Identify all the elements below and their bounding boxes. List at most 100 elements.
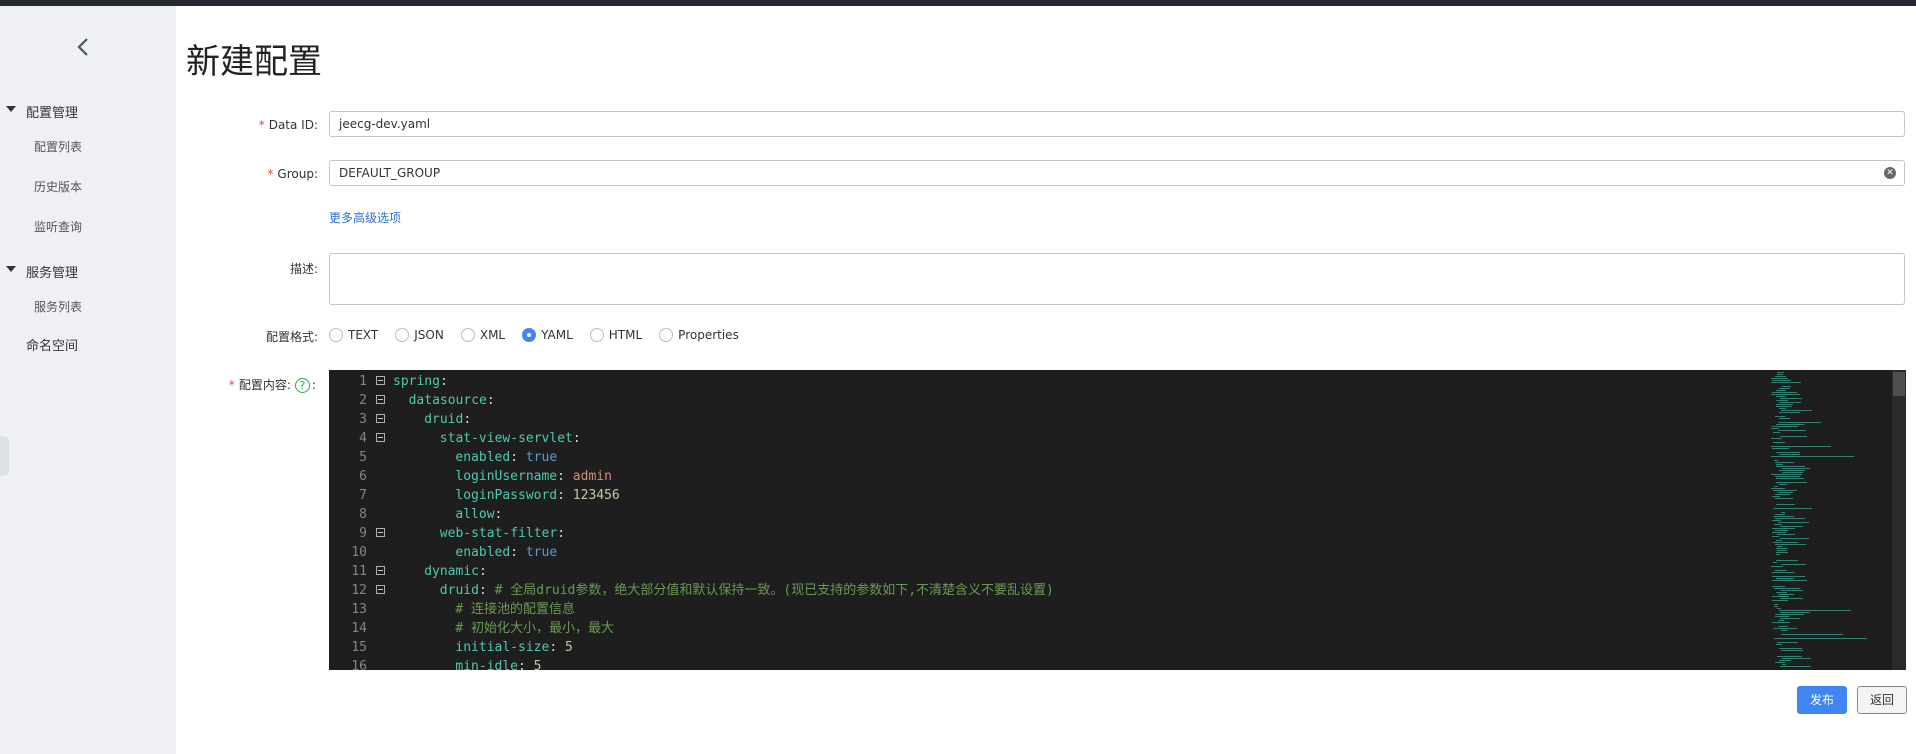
minimap-line	[1775, 498, 1793, 499]
minimap-line	[1771, 378, 1788, 379]
line-number: 9	[359, 526, 367, 541]
code-text: spring:	[393, 372, 448, 391]
radio-json[interactable]: JSON	[395, 328, 444, 342]
minimap-line	[1779, 408, 1786, 409]
code-line[interactable]: 8 allow:	[329, 505, 1769, 524]
radio-yaml[interactable]: YAML	[522, 328, 573, 342]
minimap-line	[1780, 436, 1807, 437]
minimap-line	[1778, 522, 1809, 523]
code-line[interactable]: 12 druid: # 全局druid参数，绝大部分值和默认保持一致。(现已支持的…	[329, 581, 1769, 600]
yaml-comment: # 全局druid参数，绝大部分值和默认保持一致。(现已支持的参数如下,不清楚含…	[494, 583, 1054, 598]
back-button[interactable]: 返回	[1857, 686, 1907, 714]
radio-text[interactable]: TEXT	[329, 328, 378, 342]
line-number: 13	[351, 602, 367, 617]
sidebar-item-namespace[interactable]: 命名空间	[26, 336, 78, 358]
line-number: 2	[359, 393, 367, 408]
data-id-label: * Data ID:	[258, 118, 318, 132]
code-line[interactable]: 5 enabled: true	[329, 448, 1769, 467]
more-advanced-options-link[interactable]: 更多高级选项	[329, 209, 401, 226]
yaml-key: web-stat-filter	[439, 526, 558, 541]
code-text: stat-view-servlet:	[440, 429, 581, 448]
minimap-line	[1775, 544, 1806, 545]
radio-html[interactable]: HTML	[589, 328, 642, 342]
fold-toggle-icon[interactable]	[376, 395, 385, 404]
clear-icon[interactable]: ✕	[1884, 167, 1896, 179]
yaml-separator: :	[572, 431, 581, 446]
minimap-line	[1772, 572, 1795, 573]
line-number: 10	[351, 545, 367, 560]
code-text: druid: # 全局druid参数，绝大部分值和默认保持一致。(现已支持的参数…	[440, 581, 1054, 600]
minimap-line	[1779, 388, 1790, 389]
fold-toggle-icon[interactable]	[376, 585, 385, 594]
minimap-line	[1781, 410, 1812, 411]
yaml-comment: # 初始化大小，最小，最大	[455, 621, 615, 636]
code-line[interactable]: 14 # 初始化大小，最小，最大	[329, 619, 1769, 638]
minimap-line	[1777, 372, 1784, 373]
line-number: 11	[351, 564, 367, 579]
nav-group-service-management[interactable]: 服务管理	[0, 258, 176, 284]
code-editor[interactable]: 1 spring: 2 datasource: 3 druid: 4 stat-view-se…	[329, 370, 1906, 670]
sidebar-item-history[interactable]: 历史版本	[34, 176, 82, 198]
data-id-input[interactable]: jeecg-dev.yaml	[329, 111, 1905, 137]
sidebar-collapse-handle[interactable]	[0, 436, 9, 476]
publish-button[interactable]: 发布	[1797, 686, 1847, 714]
minimap-line	[1775, 462, 1794, 463]
line-number: 15	[351, 640, 367, 655]
line-number: 6	[359, 469, 367, 484]
minimap-line	[1774, 524, 1782, 525]
minimap-line	[1777, 550, 1787, 551]
fold-toggle-icon[interactable]	[376, 376, 385, 385]
minimap-line	[1782, 664, 1786, 665]
code-text: loginPassword: 123456	[455, 486, 619, 505]
code-line[interactable]: 1 spring:	[329, 372, 1769, 391]
radio-xml[interactable]: XML	[460, 328, 505, 342]
code-line[interactable]: 4 stat-view-servlet:	[329, 429, 1769, 448]
code-text: web-stat-filter:	[440, 524, 565, 543]
yaml-value: 123456	[572, 488, 620, 503]
fold-toggle-icon[interactable]	[376, 433, 385, 442]
code-line[interactable]: 16 min-idle: 5	[329, 657, 1769, 670]
code-line[interactable]: 7 loginPassword: 123456	[329, 486, 1769, 505]
yaml-separator: :	[518, 659, 534, 670]
nav-group-config-management[interactable]: 配置管理	[0, 98, 176, 124]
group-input[interactable]: DEFAULT_GROUP ✕	[329, 160, 1905, 186]
sidebar-item-listener-query[interactable]: 监听查询	[34, 216, 82, 238]
minimap-line	[1771, 382, 1801, 383]
editor-scrollbar[interactable]	[1892, 370, 1906, 670]
minimap-line	[1776, 644, 1782, 645]
minimap-line	[1776, 406, 1792, 407]
back-arrow-icon[interactable]	[68, 32, 98, 62]
radio-properties[interactable]: Properties	[659, 328, 739, 342]
yaml-separator: :	[478, 583, 495, 598]
fold-toggle-icon[interactable]	[376, 528, 385, 537]
code-line[interactable]: 6 loginUsername: admin	[329, 467, 1769, 486]
line-number: 12	[351, 583, 367, 598]
code-line[interactable]: 2 datasource:	[329, 391, 1769, 410]
minimap-line	[1772, 576, 1805, 577]
editor-minimap[interactable]	[1769, 370, 1889, 670]
fold-toggle-icon[interactable]	[376, 566, 385, 575]
help-icon[interactable]: ?	[294, 378, 310, 393]
code-line[interactable]: 10 enabled: true	[329, 543, 1769, 562]
fold-toggle-icon[interactable]	[376, 414, 385, 423]
minimap-line	[1776, 504, 1795, 505]
minimap-line	[1781, 650, 1803, 651]
code-line[interactable]: 13 # 连接池的配置信息	[329, 600, 1769, 619]
minimap-line	[1775, 514, 1785, 515]
minimap-line	[1772, 496, 1780, 497]
minimap-line	[1780, 612, 1810, 613]
minimap-line	[1774, 588, 1800, 589]
code-line[interactable]: 3 druid:	[329, 410, 1769, 429]
code-line[interactable]: 15 initial-size: 5	[329, 638, 1769, 657]
sidebar-item-config-list[interactable]: 配置列表	[34, 136, 82, 158]
yaml-value: true	[525, 450, 558, 465]
description-textarea[interactable]	[329, 253, 1905, 305]
code-line[interactable]: 9 web-stat-filter:	[329, 524, 1769, 543]
yaml-separator: :	[549, 640, 565, 655]
yaml-separator: :	[557, 526, 566, 541]
code-line[interactable]: 11 dynamic:	[329, 562, 1769, 581]
minimap-line	[1772, 380, 1791, 381]
sidebar-item-service-list[interactable]: 服务列表	[34, 296, 82, 318]
minimap-line	[1773, 562, 1777, 563]
minimap-line	[1776, 482, 1807, 483]
